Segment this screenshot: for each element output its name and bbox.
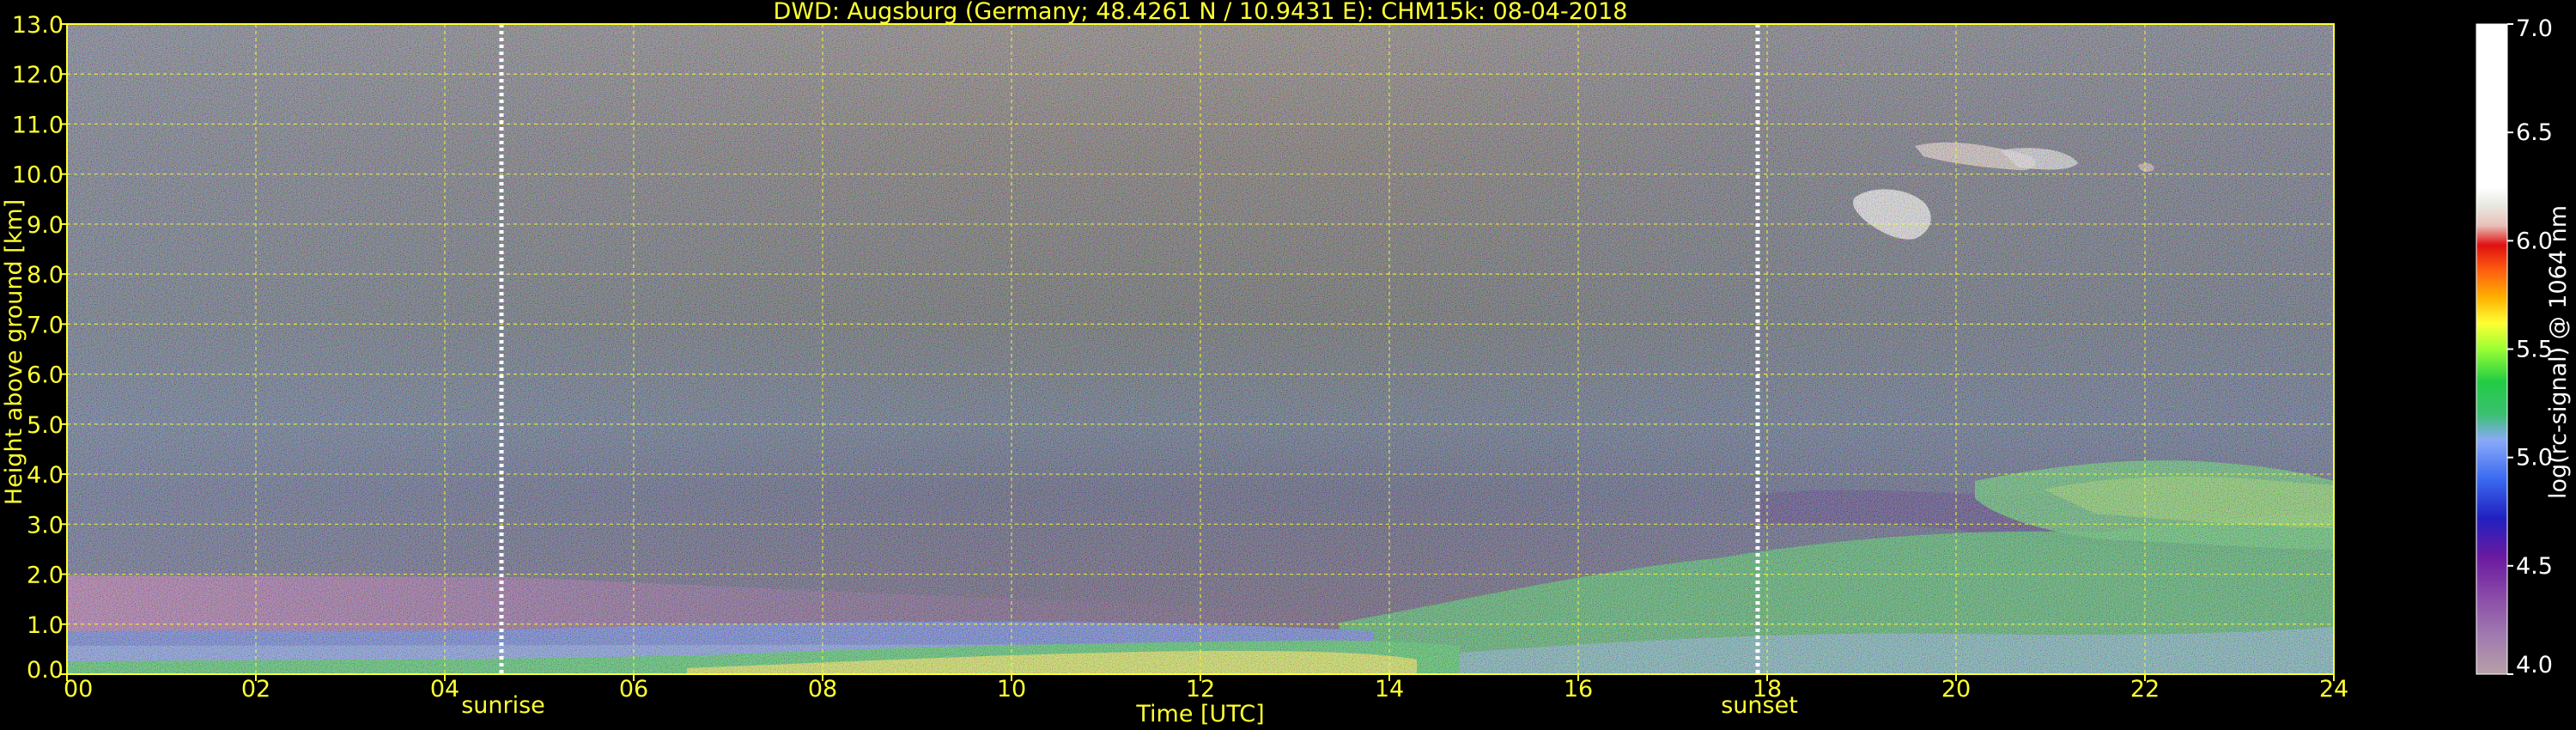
x-tick-label: 02 bbox=[241, 676, 270, 703]
y-tick-label: 0.0 bbox=[27, 657, 64, 684]
x-tick-label: 16 bbox=[1564, 676, 1593, 703]
colorbar-tick-label: 6.5 bbox=[2516, 119, 2553, 146]
x-axis-label: Time [UTC] bbox=[1135, 701, 1264, 727]
y-tick-label: 2.0 bbox=[27, 563, 64, 589]
y-tick-label: 5.0 bbox=[27, 412, 64, 439]
colorbar-tick-label: 7.0 bbox=[2516, 15, 2553, 42]
x-tick-label: 18 bbox=[1753, 676, 1782, 703]
colorbar-tick-label: 4.5 bbox=[2516, 553, 2553, 580]
y-tick-label: 11.0 bbox=[12, 112, 64, 138]
x-tick-label: 00 bbox=[64, 676, 93, 703]
y-tick-label: 9.0 bbox=[27, 212, 64, 239]
x-tick-label: 12 bbox=[1186, 676, 1215, 703]
x-tick-label: 14 bbox=[1375, 676, 1404, 703]
x-tick-label: 04 bbox=[430, 676, 459, 703]
colorbar-label: log(rc-signal) @ 1064 nm bbox=[2545, 205, 2572, 499]
x-tick-label: 10 bbox=[997, 676, 1026, 703]
y-tick-label: 3.0 bbox=[27, 512, 64, 538]
y-axis-label: Height above ground [km] bbox=[1, 199, 27, 505]
x-tick-label: 06 bbox=[619, 676, 648, 703]
chart-title: DWD: Augsburg (Germany; 48.4261 N / 10.9… bbox=[774, 0, 1628, 25]
x-tick-label: 22 bbox=[2130, 676, 2160, 703]
y-tick-label: 7.0 bbox=[27, 312, 64, 338]
ceilometer-chart: sunrise sunset 00 02 04 06 08 10 12 14 16 18 20 22 24… bbox=[1, 0, 2572, 727]
x-axis: 00 02 04 06 08 10 12 14 16 18 20 22 24 bbox=[64, 674, 2348, 703]
colorbar: 4.04.55.05.56.06.57.0 log(rc-signal) @ 1… bbox=[2476, 15, 2572, 678]
x-tick-label: 08 bbox=[808, 676, 837, 703]
y-tick-label: 6.0 bbox=[27, 362, 64, 389]
x-tick-label: 20 bbox=[1941, 676, 1971, 703]
x-tick-label: 24 bbox=[2319, 676, 2348, 703]
colorbar-tick-label: 4.0 bbox=[2516, 652, 2553, 678]
sun-marker-label: sunrise bbox=[461, 692, 545, 719]
y-tick-label: 10.0 bbox=[12, 162, 64, 189]
colorbar-gradient bbox=[2476, 23, 2508, 675]
y-tick-label: 4.0 bbox=[27, 462, 64, 489]
y-tick-label: 13.0 bbox=[12, 12, 64, 39]
y-tick-label: 1.0 bbox=[27, 612, 64, 639]
y-tick-label: 8.0 bbox=[27, 262, 64, 289]
y-tick-label: 12.0 bbox=[12, 62, 64, 88]
